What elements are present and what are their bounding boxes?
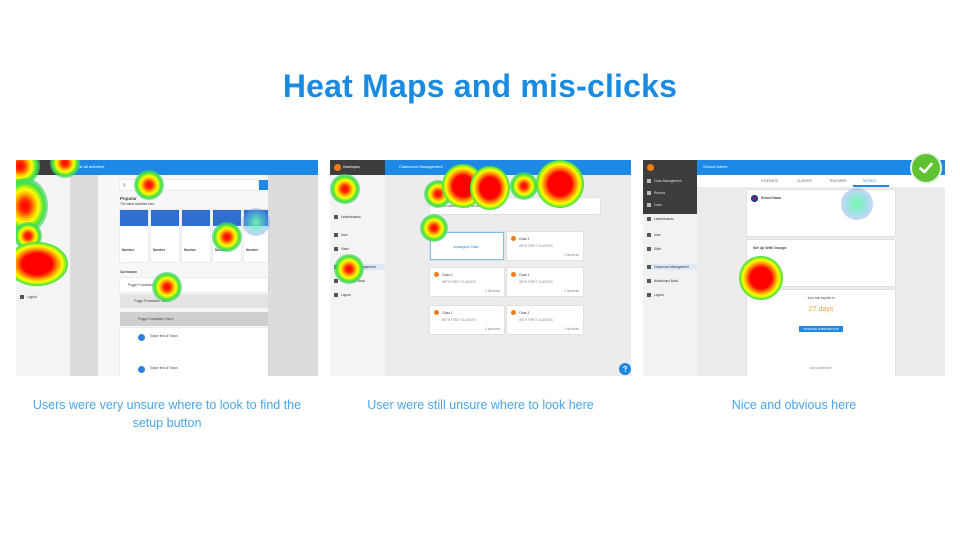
- sidebar-header: [16, 160, 70, 175]
- tab-school[interactable]: SCHOOL: [863, 179, 876, 183]
- sidebar-header: Dashtopics: [330, 160, 385, 175]
- nav-item-user[interactable]: User: [334, 232, 348, 238]
- nav-item-leaderboards[interactable]: Leaderboards: [334, 214, 361, 220]
- activity-tile[interactable]: Number: [213, 210, 241, 262]
- app-sidebar: Class Management Reports Video Leaderboa…: [643, 160, 697, 376]
- topbar-title: ome all activities: [75, 164, 105, 169]
- app-topbar: School Admin: [697, 160, 945, 175]
- nav-item-classroom-management[interactable]: Classroom Management: [334, 264, 385, 270]
- caption-screenshot-2: User were still unsure where to look her…: [367, 398, 594, 412]
- nav-item-class-management[interactable]: Class Management: [647, 178, 681, 184]
- list-item[interactable]: Graph test of Vision Graph test of Visio…: [120, 328, 268, 376]
- section-popular: Popular: [120, 196, 137, 201]
- nav-item-classroom-management[interactable]: Classroom Management: [647, 264, 697, 270]
- topbar-title: Classroom Management: [399, 164, 443, 169]
- section-curriculum: Curriculum: [120, 270, 138, 274]
- trial-card: Your trial expires in 27 days UPGRADE SU…: [747, 290, 895, 376]
- checkmark-icon: [910, 152, 942, 184]
- tab-bar: STUDENTS CLASSES TEACHERS SCHOOL: [697, 175, 945, 187]
- heatmap-screenshot-2: Dashtopics Leaderboards User Video Class…: [330, 160, 631, 376]
- add-class-card[interactable]: Unassigned Class: [430, 232, 504, 260]
- list-item[interactable]: Puggo Foundation Vision: [120, 294, 268, 308]
- school-name: School Name: [761, 196, 782, 200]
- school-card: School Name: [747, 190, 895, 236]
- sidebar-header: Class Management Reports Video: [643, 160, 697, 214]
- nav-item-video[interactable]: Video: [334, 246, 349, 252]
- upgrade-subscription-button[interactable]: UPGRADE SUBSCRIPTION: [799, 326, 843, 332]
- activity-tile[interactable]: Number: [151, 210, 179, 262]
- app-topbar: Classroom Management: [385, 160, 631, 175]
- tab-classes[interactable]: CLASSES: [797, 179, 812, 183]
- trial-label: Your trial expires in: [807, 296, 835, 300]
- nav-item-logout[interactable]: Logout: [647, 292, 664, 298]
- section-popular-sub: The latest activities here: [120, 202, 155, 206]
- trial-days: 27 days: [808, 306, 834, 313]
- caption-screenshot-1: Users were very unsure where to look to …: [32, 398, 302, 430]
- app-topbar: ome all activities: [70, 160, 318, 175]
- class-hint: Tap on a class to manage its settings: [430, 198, 600, 214]
- nav-item-reports[interactable]: Reports: [647, 190, 665, 196]
- activity-tile[interactable]: Number: [244, 210, 268, 262]
- nav-item-workshops-book[interactable]: Workshops Book: [334, 278, 365, 284]
- heatmap-screenshot-3: Class Management Reports Video Leaderboa…: [643, 160, 945, 376]
- nav-item-workshops-book[interactable]: Workshops Book: [647, 278, 678, 284]
- nav-item-user[interactable]: User: [647, 232, 661, 238]
- slide-title: Heat Maps and mis-clicks: [282, 68, 678, 104]
- class-card[interactable]: Class 1 WITH FIRST CLASSES 0 students: [507, 232, 583, 260]
- search-button[interactable]: [259, 180, 268, 190]
- list-item[interactable]: Puggo Foundation Vision: [120, 278, 268, 292]
- activity-tile[interactable]: Number: [120, 210, 148, 262]
- activity-tile[interactable]: Number: [182, 210, 210, 262]
- nav-item-video[interactable]: Video: [647, 202, 662, 208]
- heatmap-screenshot-1: Logout ome all activities Q Popular The …: [16, 160, 318, 376]
- logout-nav-item[interactable]: Logout: [20, 294, 37, 300]
- nav-item-logout[interactable]: Logout: [334, 292, 351, 298]
- nav-item-slide[interactable]: Slide: [647, 246, 661, 252]
- nav-item-leaderboards[interactable]: Leaderboards: [647, 216, 674, 222]
- caption-screenshot-3: Nice and obvious here: [731, 398, 857, 412]
- app-sidebar: Logout: [16, 160, 70, 376]
- setup-title: Set Up With Google: [753, 246, 787, 250]
- search-input[interactable]: Q: [120, 180, 258, 190]
- footer-help: Any questions?: [810, 366, 832, 370]
- tab-students[interactable]: STUDENTS: [761, 179, 778, 183]
- tab-teachers[interactable]: TEACHERS: [829, 179, 846, 183]
- flag-icon: [751, 195, 758, 202]
- app-sidebar: Dashtopics Leaderboards User Video Class…: [330, 160, 385, 376]
- class-card[interactable]: Class 1 WITH FIRST CLASSES 0 students: [507, 306, 583, 334]
- setup-card: Set Up With Google: [747, 240, 895, 286]
- class-card[interactable]: Class 1 WITH FIRST CLASSES 0 students: [430, 268, 504, 296]
- class-card[interactable]: Class 1 WITH FIRST CLASSES 0 students: [507, 268, 583, 296]
- class-card[interactable]: Class 1 WITH FIRST CLASSES 0 students: [430, 306, 504, 334]
- topbar-title: School Admin: [703, 164, 728, 169]
- list-item[interactable]: Puggo Foundation Vision: [120, 312, 268, 326]
- help-icon[interactable]: [619, 363, 631, 375]
